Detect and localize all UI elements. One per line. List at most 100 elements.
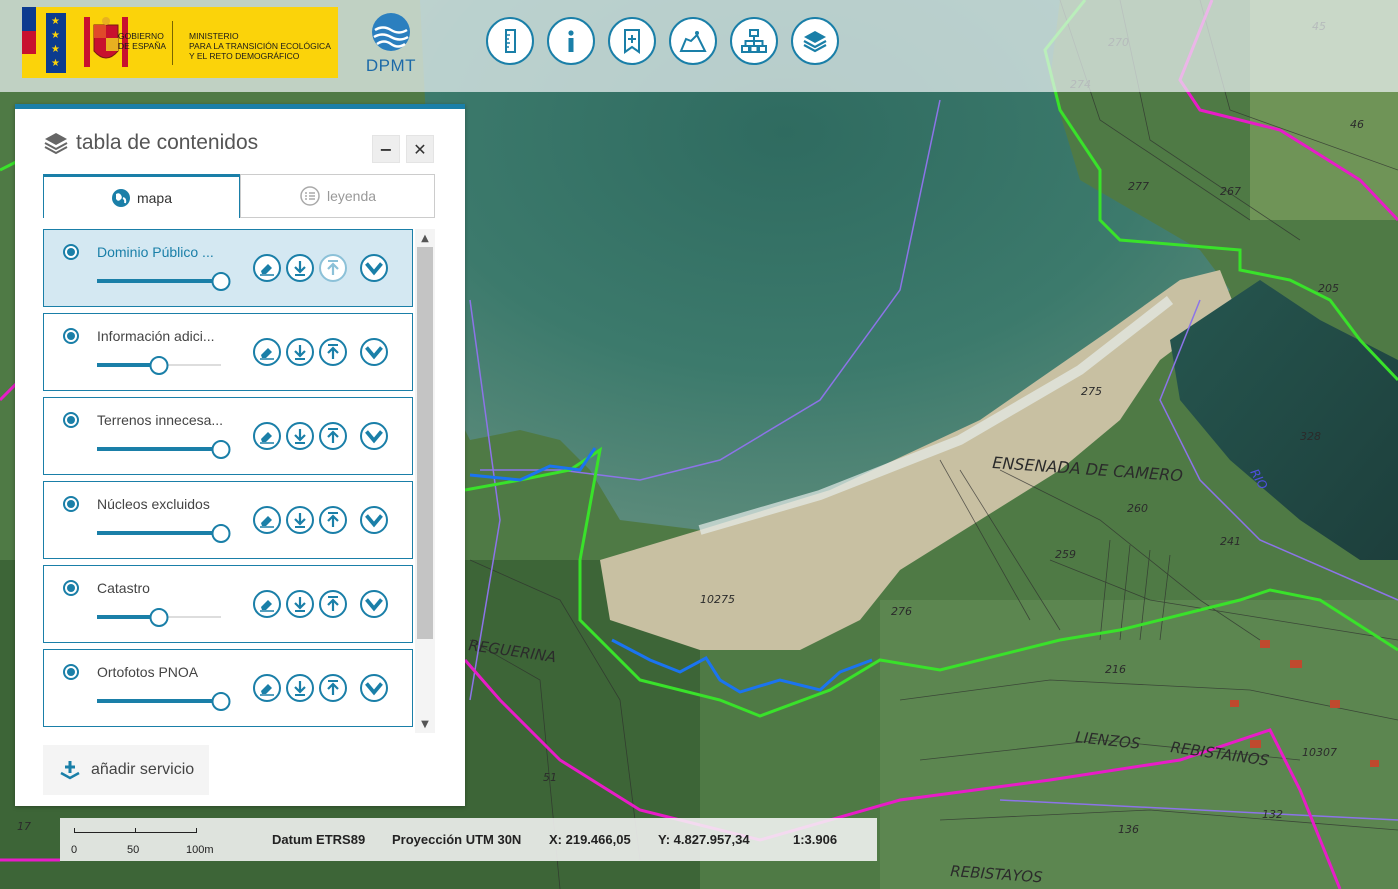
slider-thumb[interactable] — [211, 524, 231, 543]
scroll-up-arrow-icon[interactable]: ▲ — [415, 229, 435, 247]
clear-layer-button[interactable] — [253, 674, 281, 702]
move-layer-up-button[interactable] — [319, 422, 347, 450]
info-button[interactable] — [547, 17, 595, 65]
clear-layer-button[interactable] — [253, 338, 281, 366]
move-layer-up-button[interactable] — [319, 590, 347, 618]
move-up-icon — [327, 596, 339, 611]
layer-list-scrollbar[interactable]: ▲ ▼ — [415, 229, 435, 733]
expand-layer-button[interactable] — [360, 506, 388, 534]
scale-label: 50 — [127, 844, 140, 856]
move-layer-up-button[interactable] — [319, 506, 347, 534]
move-layer-down-button[interactable] — [286, 674, 314, 702]
map-label: 328 — [1300, 430, 1321, 443]
move-layer-up-button[interactable] — [319, 674, 347, 702]
layer-list-viewport: Dominio Público ... Información adici... T… — [43, 229, 435, 733]
minimize-button[interactable]: − — [372, 135, 400, 163]
layer-visibility-radio[interactable] — [63, 244, 79, 260]
move-layer-up-button[interactable] — [319, 338, 347, 366]
clear-layer-button[interactable] — [253, 590, 281, 618]
map-label: 259 — [1055, 548, 1076, 561]
layer-opacity-slider[interactable] — [97, 356, 221, 375]
layer-actions — [253, 254, 347, 282]
move-layer-up-button[interactable] — [319, 254, 347, 282]
chevron-down-icon — [365, 346, 383, 360]
layer-item[interactable]: Terrenos innecesa... — [43, 397, 413, 475]
map-label: 10307 — [1302, 746, 1337, 759]
expand-layer-button[interactable] — [360, 422, 388, 450]
move-down-icon — [294, 429, 306, 444]
eraser-icon — [260, 432, 274, 444]
move-down-icon — [294, 261, 306, 276]
globe-icon — [111, 188, 130, 207]
layer-name: Catastro — [97, 580, 150, 596]
layer-visibility-radio[interactable] — [63, 664, 79, 680]
layer-opacity-slider[interactable] — [97, 272, 231, 291]
legend-icon — [300, 186, 320, 206]
layer-item[interactable]: Información adici... — [43, 313, 413, 391]
move-down-icon — [294, 345, 306, 360]
scrollbar-thumb[interactable] — [417, 247, 433, 639]
slider-thumb[interactable] — [149, 356, 169, 375]
slider-thumb[interactable] — [211, 440, 231, 459]
move-layer-down-button[interactable] — [286, 422, 314, 450]
layer-item[interactable]: Dominio Público ... — [43, 229, 413, 307]
tab-mapa-label: mapa — [136, 189, 173, 206]
logo-divider — [172, 21, 173, 65]
clear-layer-button[interactable] — [253, 422, 281, 450]
tab-leyenda-label: leyenda — [326, 188, 377, 204]
chevron-down-icon — [365, 262, 383, 276]
layer-visibility-radio[interactable] — [63, 580, 79, 596]
scroll-down-arrow-icon[interactable]: ▼ — [415, 715, 435, 733]
move-layer-down-button[interactable] — [286, 590, 314, 618]
hierarchy-icon — [741, 29, 767, 53]
layers-button[interactable] — [791, 17, 839, 65]
add-service-button[interactable]: añadir servicio — [43, 745, 209, 795]
layer-visibility-radio[interactable] — [63, 412, 79, 428]
map-label: 136 — [1118, 823, 1139, 836]
move-layer-down-button[interactable] — [286, 254, 314, 282]
slider-thumb[interactable] — [211, 692, 231, 711]
layer-visibility-radio[interactable] — [63, 496, 79, 512]
clear-layer-button[interactable] — [253, 254, 281, 282]
tab-leyenda[interactable]: leyenda — [240, 174, 435, 218]
expand-layer-button[interactable] — [360, 674, 388, 702]
layer-item[interactable]: Núcleos excluidos — [43, 481, 413, 559]
flag-bar — [22, 7, 36, 79]
map-label: 241 — [1220, 535, 1241, 548]
layer-opacity-slider[interactable] — [97, 608, 221, 627]
scale-label: 100m — [186, 844, 214, 856]
slider-thumb[interactable] — [149, 608, 169, 627]
expand-layer-button[interactable] — [360, 254, 388, 282]
tab-mapa[interactable]: mapa — [43, 174, 240, 218]
map-label: 275 — [1081, 385, 1102, 398]
layer-item[interactable]: Catastro — [43, 565, 413, 643]
eraser-icon — [260, 516, 274, 528]
move-layer-down-button[interactable] — [286, 506, 314, 534]
layers-icon — [803, 31, 827, 53]
map-label: 267 — [1220, 185, 1241, 198]
map-tools-button[interactable] — [669, 17, 717, 65]
layer-visibility-radio[interactable] — [63, 328, 79, 344]
layer-actions — [253, 590, 347, 618]
eraser-icon — [260, 348, 274, 360]
layer-opacity-slider[interactable] — [97, 692, 231, 711]
layer-item[interactable]: Ortofotos PNOA — [43, 649, 413, 727]
move-up-icon — [327, 680, 339, 695]
hierarchy-button[interactable] — [730, 17, 778, 65]
panel-title: tabla de contenidos — [76, 131, 259, 154]
x-coordinate: X: 219.466,05 — [549, 832, 631, 847]
expand-layer-button[interactable] — [360, 590, 388, 618]
bookmark-button[interactable] — [608, 17, 656, 65]
clear-layer-button[interactable] — [253, 506, 281, 534]
close-button[interactable]: ✕ — [406, 135, 434, 163]
map-label: 216 — [1105, 663, 1126, 676]
layer-opacity-slider[interactable] — [97, 440, 231, 459]
layer-opacity-slider[interactable] — [97, 524, 231, 543]
measure-button[interactable] — [486, 17, 534, 65]
expand-layer-button[interactable] — [360, 338, 388, 366]
move-layer-down-button[interactable] — [286, 338, 314, 366]
eu-stars-icon: ★ ★ ★ ★ — [46, 13, 66, 73]
slider-thumb[interactable] — [211, 272, 231, 291]
layer-actions — [253, 422, 347, 450]
eraser-icon — [260, 600, 274, 612]
